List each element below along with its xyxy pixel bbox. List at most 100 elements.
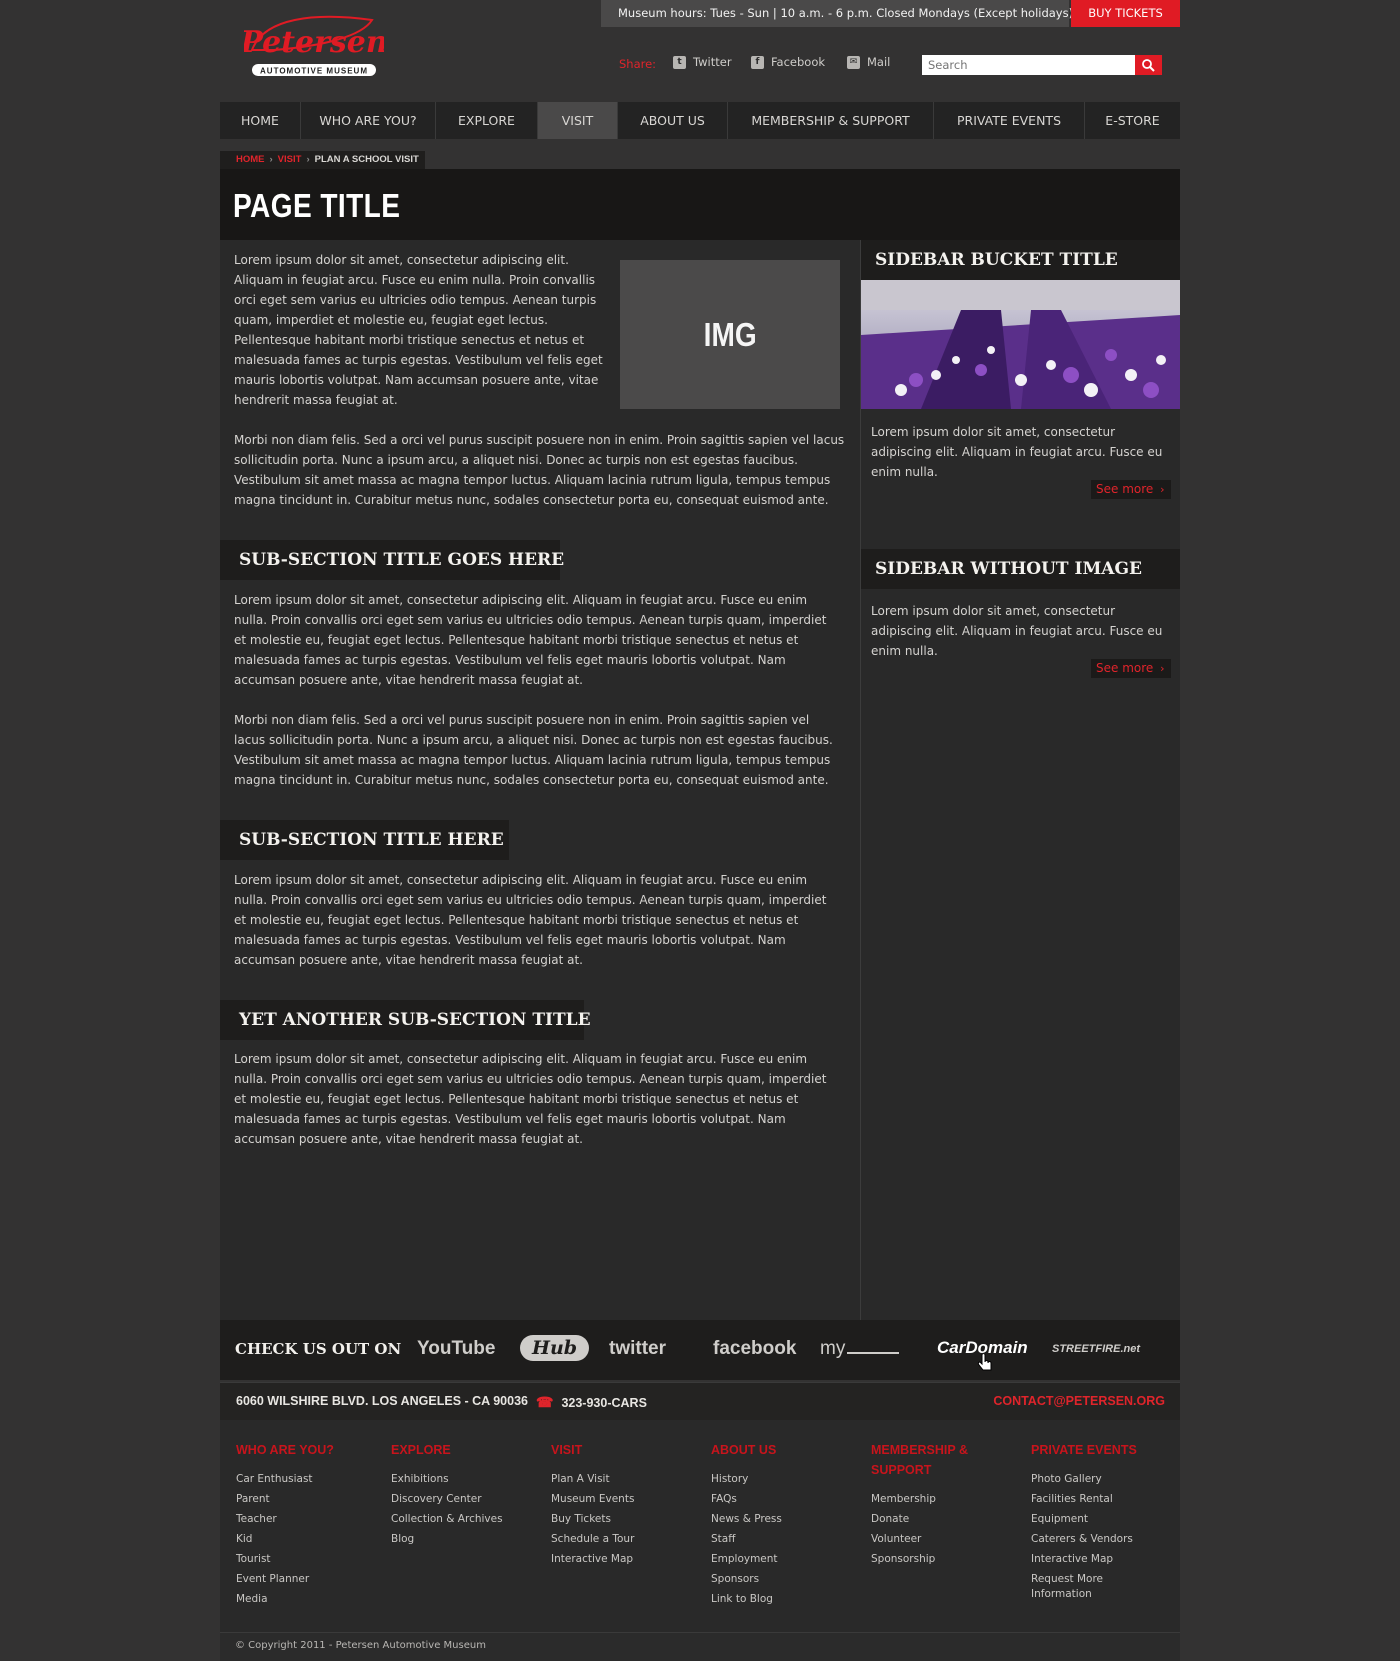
- footer-link[interactable]: Photo Gallery: [1031, 1469, 1151, 1489]
- share-twitter-link[interactable]: t Twitter: [673, 55, 732, 69]
- nav-e-store[interactable]: E-STORE: [1085, 102, 1180, 139]
- chevron-right-icon: ›: [1160, 483, 1165, 496]
- sub-section-paragraph: Lorem ipsum dolor sit amet, consectetur …: [234, 1052, 827, 1146]
- footer-link[interactable]: Interactive Map: [551, 1549, 701, 1569]
- footer-link[interactable]: Event Planner: [236, 1569, 386, 1589]
- footer-link[interactable]: Request More Information: [1031, 1569, 1126, 1602]
- search-icon: [1142, 59, 1155, 72]
- petersen-logo[interactable]: Petersen AUTOMOTIVE MUSEUM: [244, 10, 384, 82]
- share-facebook-label: Facebook: [771, 55, 826, 69]
- footer-link[interactable]: Volunteer: [871, 1529, 971, 1549]
- footer-link[interactable]: Teacher: [236, 1509, 386, 1529]
- youtube-link[interactable]: YouTube: [417, 1338, 495, 1360]
- sub-section-title: YET ANOTHER SUB-SECTION TITLE: [220, 1000, 591, 1040]
- search-input[interactable]: [922, 55, 1135, 75]
- share-facebook-link[interactable]: f Facebook: [751, 55, 825, 69]
- footer-link[interactable]: Interactive Map: [1031, 1549, 1151, 1569]
- logo-wordmark: Petersen: [244, 25, 384, 60]
- footer-link[interactable]: Car Enthusiast: [236, 1469, 386, 1489]
- buy-tickets-button[interactable]: BUY TICKETS: [1071, 0, 1180, 27]
- sub-section-title: SUB-SECTION TITLE GOES HERE: [220, 540, 564, 580]
- sidebar-bucket-title: SIDEBAR BUCKET TITLE: [861, 240, 1180, 280]
- footer-link[interactable]: Collection & Archives: [391, 1509, 541, 1529]
- footer-column-title: PRIVATE EVENTS: [1031, 1443, 1137, 1457]
- sub-section-title: SUB-SECTION TITLE HERE: [220, 820, 509, 860]
- footer-link[interactable]: Membership: [871, 1489, 971, 1509]
- footer-link[interactable]: Employment: [711, 1549, 861, 1569]
- search-button[interactable]: [1135, 55, 1162, 75]
- sub-section-paragraph: Lorem ipsum dolor sit amet, consectetur …: [234, 873, 827, 967]
- footer-link[interactable]: Facilities Rental: [1031, 1489, 1151, 1509]
- breadcrumb-visit[interactable]: VISIT: [278, 154, 302, 165]
- check-us-out-title: CHECK US OUT ON: [235, 1340, 402, 1358]
- contact-email-link[interactable]: CONTACT@PETERSEN.ORG: [993, 1394, 1165, 1408]
- myspace-logo: my: [820, 1338, 846, 1359]
- nav-private-events[interactable]: PRIVATE EVENTS: [934, 102, 1085, 139]
- footer-link[interactable]: Media: [236, 1589, 386, 1609]
- footer-link[interactable]: Staff: [711, 1529, 861, 1549]
- footer-link[interactable]: FAQs: [711, 1489, 861, 1509]
- hub-link[interactable]: Hub: [520, 1335, 590, 1361]
- phone-icon: ☎: [536, 1394, 554, 1410]
- footer-link[interactable]: News & Press: [711, 1509, 861, 1529]
- image-placeholder-label: IMG: [703, 315, 757, 353]
- logo-subtitle: AUTOMOTIVE MUSEUM: [260, 67, 368, 76]
- page-title: PAGE TITLE: [233, 187, 401, 224]
- footer-link[interactable]: Sponsorship: [871, 1549, 971, 1569]
- share-mail-link[interactable]: ✉ Mail: [847, 55, 890, 69]
- twitter-brand-link[interactable]: twitter: [609, 1338, 666, 1360]
- footer-link[interactable]: Equipment: [1031, 1509, 1151, 1529]
- footer-link[interactable]: Kid: [236, 1529, 386, 1549]
- twitter-icon: t: [673, 55, 686, 69]
- nav-explore[interactable]: EXPLORE: [436, 102, 538, 139]
- footer-link[interactable]: Schedule a Tour: [551, 1529, 701, 1549]
- nav-membership-support[interactable]: MEMBERSHIP & SUPPORT: [728, 102, 934, 139]
- footer-column-visit: VISIT Plan A Visit Museum Events Buy Tic…: [551, 1440, 701, 1569]
- address-bar: 6060 WILSHIRE BLVD. LOS ANGELES - CA 900…: [220, 1382, 1180, 1421]
- nav-visit[interactable]: VISIT: [538, 102, 618, 139]
- share-twitter-label: Twitter: [693, 55, 732, 69]
- streetfire-logo: STREETFIRE.net: [1052, 1343, 1141, 1355]
- footer-link[interactable]: History: [711, 1469, 861, 1489]
- museum-hours: Museum hours: Tues - Sun | 10 a.m. - 6 p…: [601, 0, 1073, 27]
- breadcrumb: HOME › VISIT › PLAN A SCHOOL VISIT: [220, 151, 425, 169]
- footer-link[interactable]: Parent: [236, 1489, 386, 1509]
- chevron-right-icon: ›: [1160, 662, 1165, 675]
- nav-about-us[interactable]: ABOUT US: [618, 102, 728, 139]
- event-photo: [861, 280, 1180, 409]
- footer-column-explore: EXPLORE Exhibitions Discovery Center Col…: [391, 1440, 541, 1549]
- nav-home[interactable]: HOME: [220, 102, 301, 139]
- facebook-brand-link[interactable]: facebook: [713, 1338, 796, 1360]
- sub-section-paragraph: Lorem ipsum dolor sit amet, consectetur …: [234, 593, 827, 687]
- sidebar: SIDEBAR BUCKET TITLE Lorem ipsum dolor s…: [860, 240, 1180, 1320]
- footer-link[interactable]: Buy Tickets: [551, 1509, 701, 1529]
- breadcrumb-separator-icon: ›: [269, 154, 273, 165]
- footer-link[interactable]: Museum Events: [551, 1489, 701, 1509]
- footer-link[interactable]: Tourist: [236, 1549, 386, 1569]
- footer-column-title: WHO ARE YOU?: [236, 1443, 334, 1457]
- streetfire-link[interactable]: STREETFIRE.net: [1052, 1343, 1140, 1355]
- mail-icon: ✉: [847, 55, 860, 69]
- myspace-link[interactable]: my: [820, 1338, 900, 1360]
- footer-link[interactable]: Sponsors: [711, 1569, 861, 1589]
- see-more-button[interactable]: See more ›: [1091, 659, 1171, 678]
- facebook-icon: f: [751, 55, 764, 69]
- footer-links: WHO ARE YOU? Car Enthusiast Parent Teach…: [220, 1420, 1180, 1632]
- main-nav: HOME WHO ARE YOU? EXPLORE VISIT ABOUT US…: [220, 102, 1180, 139]
- social-brands-bar: CHECK US OUT ON YouTube Hub twitter face…: [220, 1320, 1180, 1380]
- breadcrumb-home[interactable]: HOME: [236, 154, 265, 165]
- footer-link[interactable]: Caterers & Vendors: [1031, 1529, 1151, 1549]
- nav-who-are-you[interactable]: WHO ARE YOU?: [301, 102, 436, 139]
- footer-link[interactable]: Exhibitions: [391, 1469, 541, 1489]
- youtube-logo: YouTube: [417, 1338, 496, 1359]
- footer-link[interactable]: Donate: [871, 1509, 971, 1529]
- footer-link[interactable]: Blog: [391, 1529, 541, 1549]
- footer-link[interactable]: Plan A Visit: [551, 1469, 701, 1489]
- see-more-button[interactable]: See more ›: [1091, 480, 1171, 499]
- sidebar-without-image-title: SIDEBAR WITHOUT IMAGE: [861, 549, 1180, 589]
- footer-link[interactable]: Discovery Center: [391, 1489, 541, 1509]
- footer-column-title: EXPLORE: [391, 1443, 451, 1457]
- footer-link[interactable]: Link to Blog: [711, 1589, 861, 1609]
- body-paragraph: Morbi non diam felis. Sed a orci vel pur…: [234, 433, 845, 507]
- breadcrumb-separator-icon: ›: [306, 154, 310, 165]
